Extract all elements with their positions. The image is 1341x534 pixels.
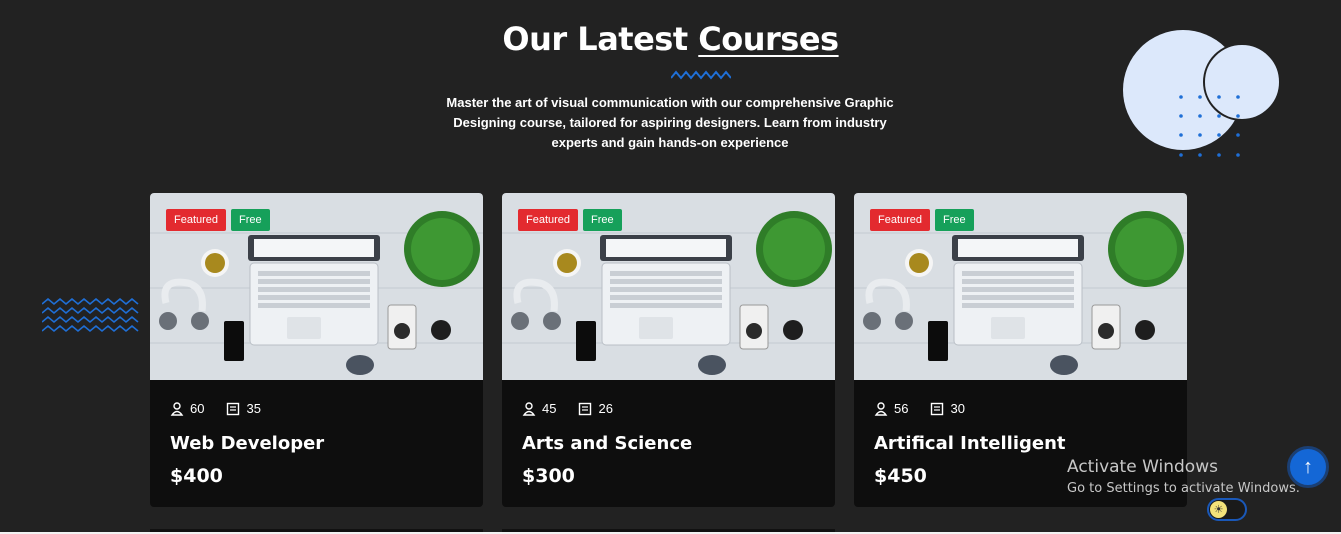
- course-meta: 45 26: [522, 401, 613, 416]
- user-icon: [522, 401, 536, 416]
- section-subtitle: Master the art of visual communication w…: [446, 95, 894, 150]
- students-count: 60: [190, 401, 205, 416]
- lessons-count: 35: [246, 401, 261, 416]
- user-icon: [170, 401, 184, 416]
- section-title-main: Our Latest: [502, 20, 699, 58]
- user-icon: [874, 401, 888, 416]
- lessons-count: 30: [950, 401, 965, 416]
- course-title[interactable]: Artifical Intelligent: [874, 433, 1066, 454]
- course-price: $400: [170, 465, 223, 487]
- featured-badge: Featured: [870, 209, 931, 231]
- free-badge: Free: [231, 209, 270, 231]
- free-badge: Free: [935, 209, 974, 231]
- activate-subtitle: Go to Settings to activate Windows.: [1067, 481, 1300, 496]
- title-wave-decoration: [671, 70, 731, 80]
- book-icon: [227, 402, 240, 415]
- course-title[interactable]: Arts and Science: [522, 433, 692, 454]
- book-icon: [931, 402, 944, 415]
- activate-title: Activate Windows: [1067, 457, 1218, 477]
- course-price: $300: [522, 465, 575, 487]
- scroll-to-top-button[interactable]: ↑: [1287, 446, 1329, 488]
- course-card[interactable]: Featured Free 45 26 Arts and Science $30…: [502, 193, 835, 507]
- arrow-up-icon: ↑: [1303, 455, 1313, 478]
- course-meta: 56 30: [874, 401, 965, 416]
- cloud-decoration: [1123, 30, 1281, 157]
- book-icon: [579, 402, 592, 415]
- section-title-accent: Courses: [698, 20, 839, 58]
- students-count: 56: [894, 401, 909, 416]
- free-badge: Free: [583, 209, 622, 231]
- theme-toggle[interactable]: ☀: [1207, 498, 1247, 521]
- activate-windows-watermark: Activate Windows Go to Settings to activ…: [1067, 457, 1300, 496]
- course-title[interactable]: Web Developer: [170, 433, 324, 454]
- featured-badge: Featured: [166, 209, 227, 231]
- course-price: $450: [874, 465, 927, 487]
- course-meta: 60 35: [170, 401, 261, 416]
- lessons-count: 26: [598, 401, 613, 416]
- students-count: 45: [542, 401, 557, 416]
- sun-icon: ☀: [1210, 501, 1227, 518]
- zigzag-decoration: [42, 298, 139, 333]
- featured-badge: Featured: [518, 209, 579, 231]
- course-card[interactable]: Featured Free 60 35 Web Developer $400: [150, 193, 483, 507]
